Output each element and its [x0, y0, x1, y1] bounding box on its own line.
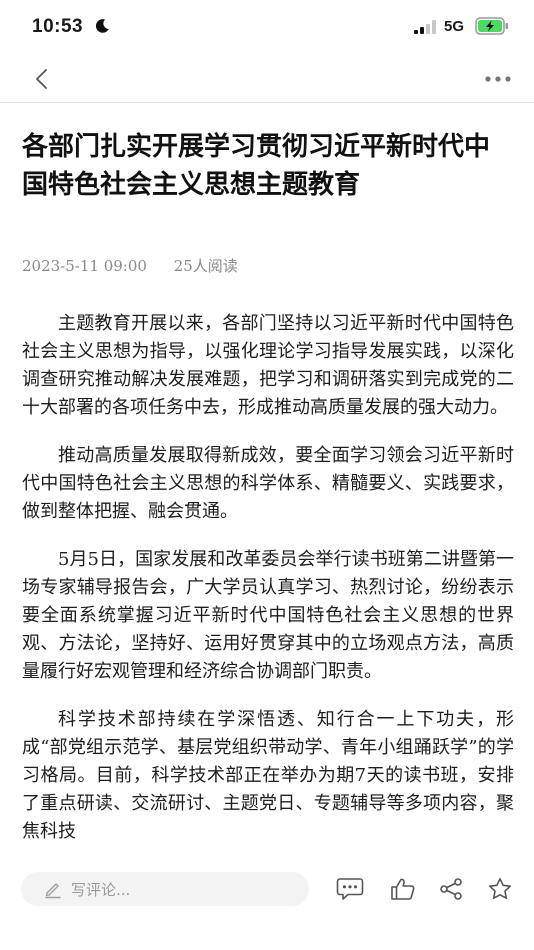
nav-bar — [0, 56, 534, 103]
status-bar: 10:53 5G — [0, 0, 534, 56]
favorite-star-icon — [489, 878, 511, 899]
back-chevron-icon — [36, 69, 47, 89]
publish-datetime: 2023-5-11 09:00 — [22, 257, 147, 275]
more-button[interactable] — [478, 62, 518, 96]
article-meta: 2023-5-11 09:00 25人阅读 — [22, 255, 238, 276]
more-dots-icon — [485, 76, 511, 82]
paragraph: 5月5日，国家发展和改革委员会举行读书班第二讲暨第一场专家辅导报告会，广大学员认… — [22, 549, 514, 682]
like-icon — [391, 878, 415, 900]
status-time: 10:53 — [32, 16, 84, 37]
bottom-action-bar: 写评论... — [0, 858, 534, 950]
share-icon — [440, 878, 462, 900]
comment-button[interactable] — [336, 876, 364, 902]
article-body: 主题教育开展以来，各部门坚持以习近平新时代中国特色社会主义思想为指导，以强化理论… — [22, 310, 514, 858]
favorite-button[interactable] — [486, 876, 514, 902]
signal-icon — [414, 20, 436, 34]
network-type: 5G — [444, 18, 465, 35]
back-button[interactable] — [24, 62, 58, 96]
comment-input[interactable]: 写评论... — [21, 872, 309, 906]
pen-icon — [45, 883, 61, 899]
like-button[interactable] — [389, 876, 417, 902]
paragraph: 科学技术部持续在学深悟透、知行合一上下功夫，形成“部党组示范学、基层党组织带动学… — [22, 709, 514, 842]
read-count: 25人阅读 — [173, 257, 238, 275]
paragraph: 推动高质量发展取得新成效，要全面学习领会习近平新时代中国特色社会主义思想的科学体… — [22, 445, 514, 522]
battery-charging-icon — [475, 17, 508, 35]
article-content[interactable]: 各部门扎实开展学习贯彻习近平新时代中国特色社会主义思想主题教育 2023-5-1… — [0, 102, 534, 858]
moon-icon — [95, 19, 109, 33]
comment-icon — [336, 878, 364, 900]
article-title: 各部门扎实开展学习贯彻习近平新时代中国特色社会主义思想主题教育 — [22, 132, 491, 200]
comment-placeholder: 写评论... — [71, 880, 131, 899]
share-button[interactable] — [437, 876, 465, 902]
paragraph: 主题教育开展以来，各部门坚持以习近平新时代中国特色社会主义思想为指导，以强化理论… — [22, 313, 514, 418]
